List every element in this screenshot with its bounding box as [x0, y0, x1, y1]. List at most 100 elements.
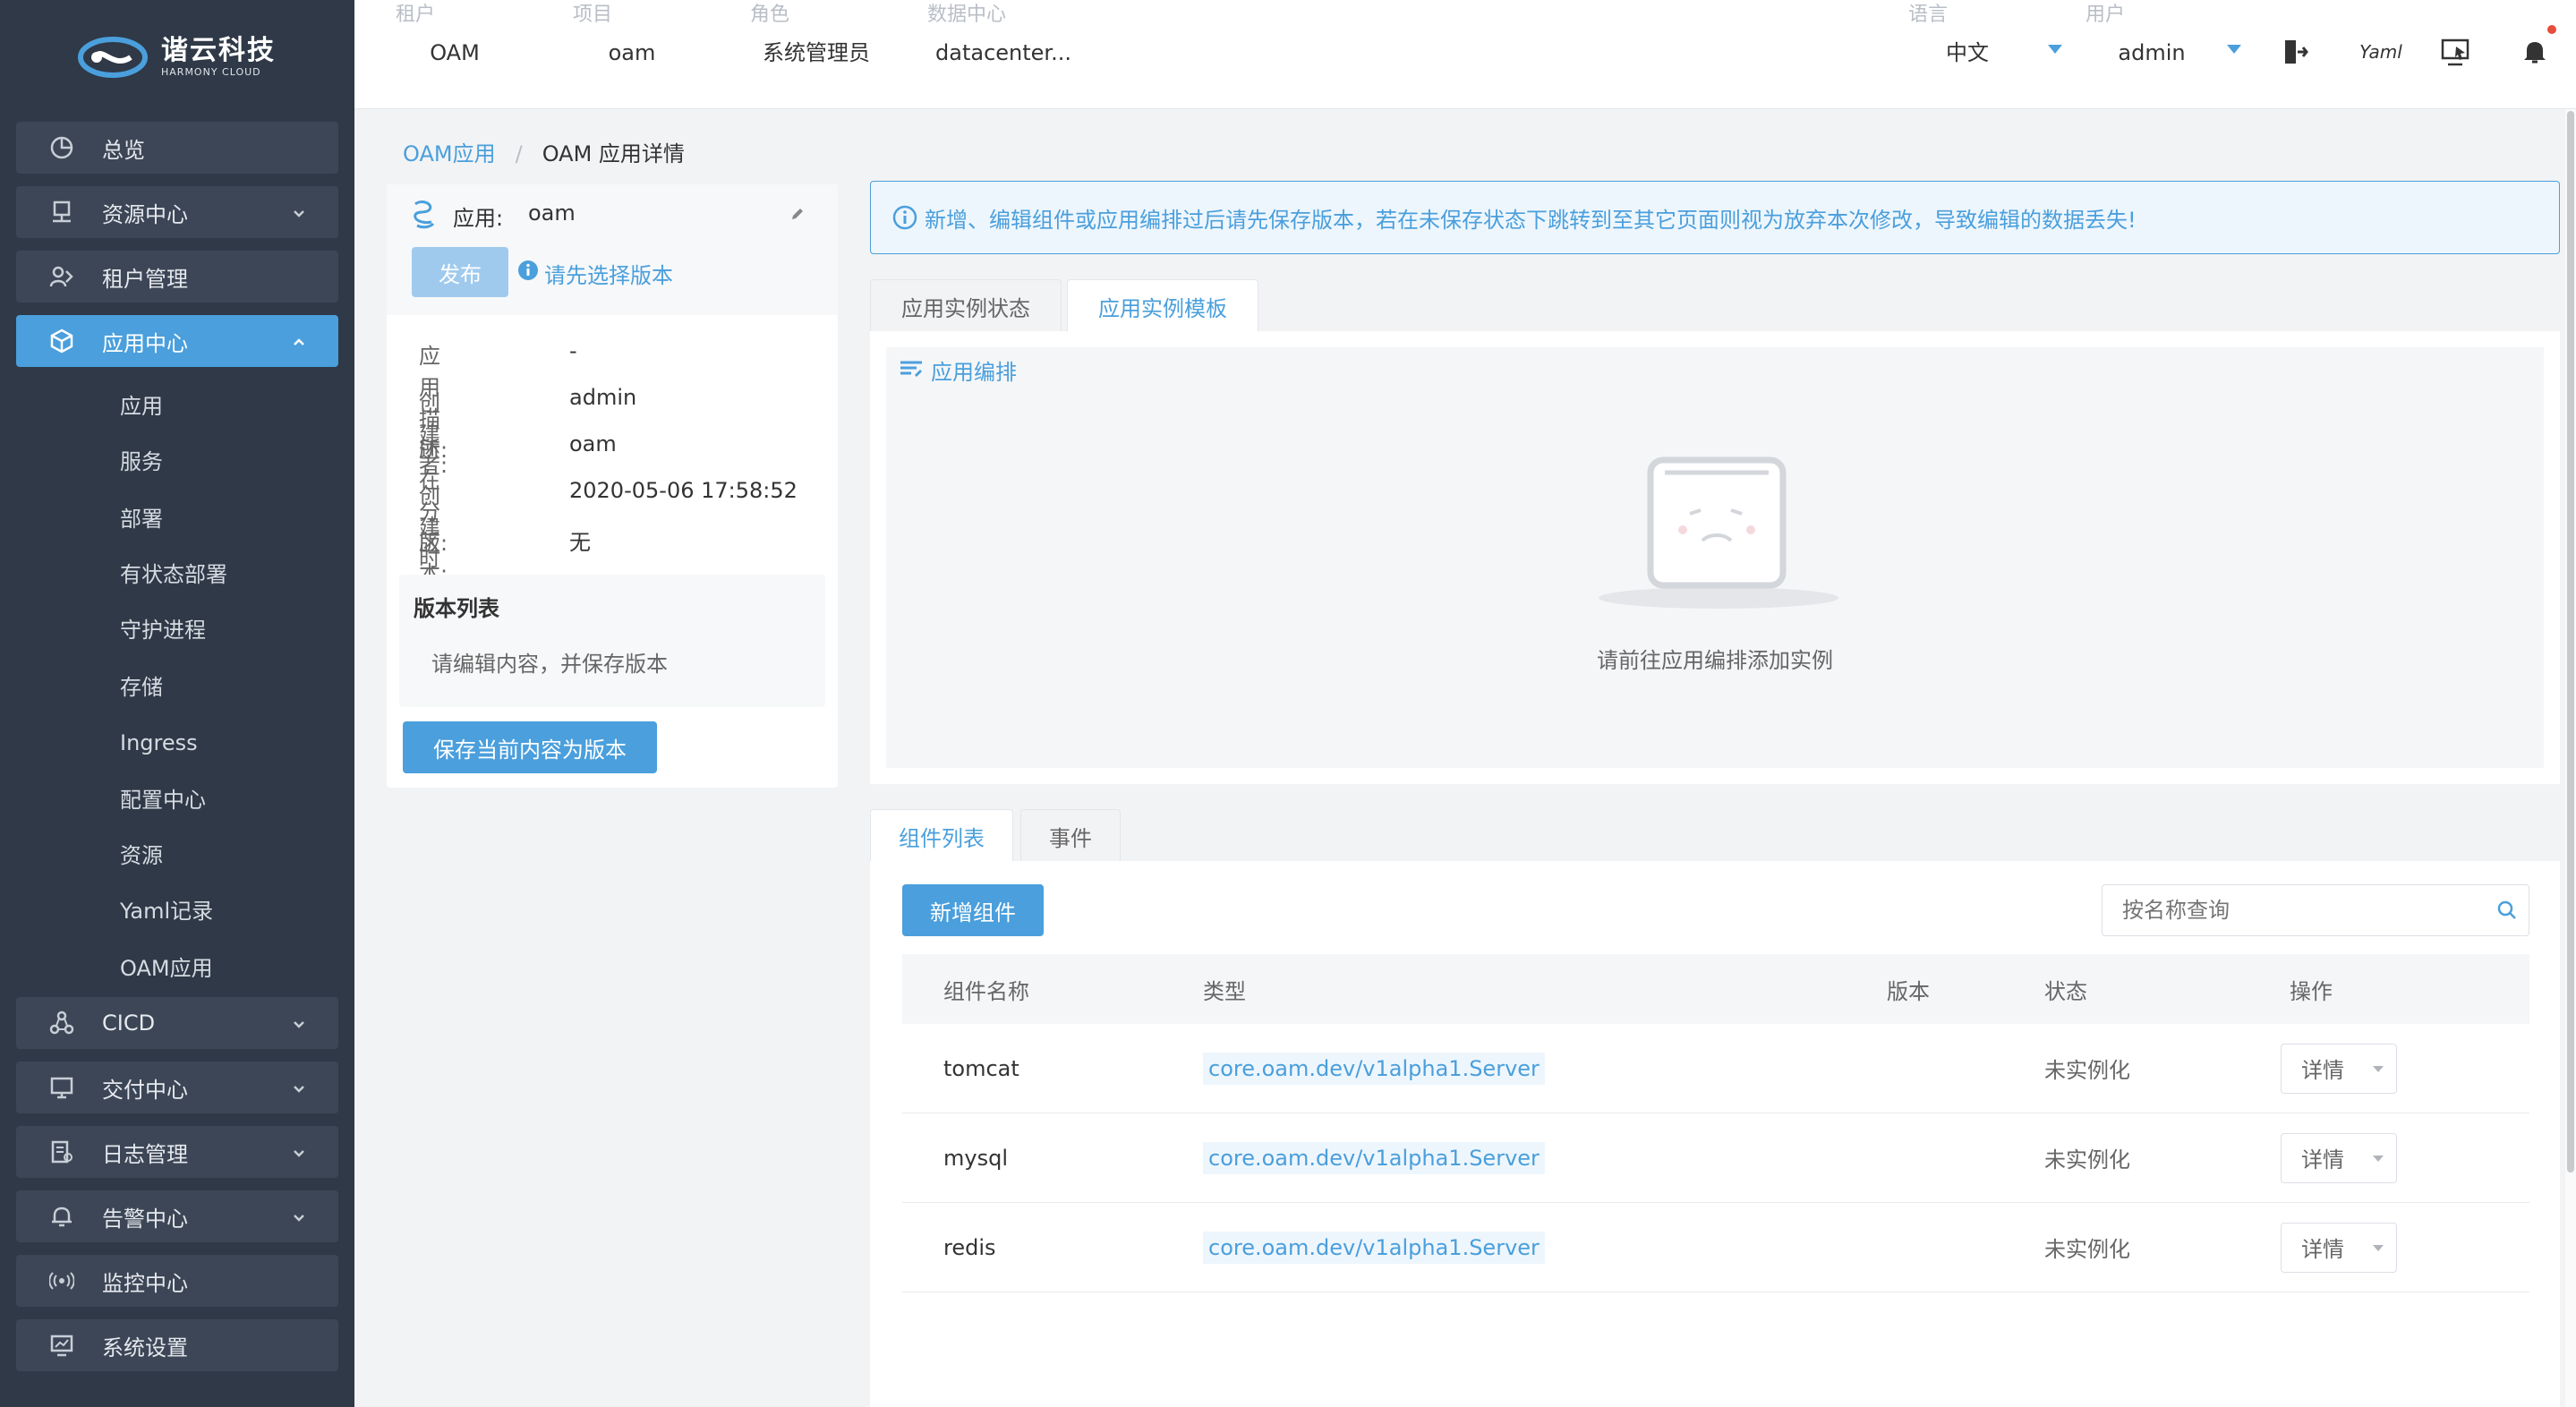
sidebar-item-logs[interactable]: 日志管理 [16, 1126, 338, 1178]
info-value: - [569, 338, 577, 363]
monitor-icon [47, 1072, 77, 1103]
role-label: 角色 [750, 4, 790, 26]
log-icon [47, 1137, 77, 1167]
info-value: 2020-05-06 17:58:52 [569, 478, 798, 503]
sidebar-item-monitoring[interactable]: 监控中心 [16, 1255, 338, 1307]
sidebar-item-tenant[interactable]: 租户管理 [16, 251, 338, 303]
subnav-ingress[interactable]: Ingress [120, 725, 198, 761]
vertical-scrollbar-thumb[interactable] [2567, 111, 2574, 1172]
component-status: 未实例化 [2044, 1237, 2130, 1262]
sidebar-item-resource-center[interactable]: 资源中心 [16, 186, 338, 238]
subnav-statefulset[interactable]: 有状态部署 [120, 557, 227, 593]
subnav-storage[interactable]: 存储 [120, 669, 163, 705]
caret-down-icon[interactable] [2048, 45, 2062, 54]
detail-dropdown-button[interactable]: 详情 [2281, 1132, 2397, 1183]
orchestration-link[interactable]: 应用编排 [899, 354, 1017, 386]
sidebar-item-alerts[interactable]: 告警中心 [16, 1190, 338, 1242]
save-version-button[interactable]: 保存当前内容为版本 [403, 721, 657, 773]
app-link-icon [410, 199, 437, 233]
sidebar-item-system-settings[interactable]: 系统设置 [16, 1319, 338, 1371]
sidebar-item-delivery[interactable]: 交付中心 [16, 1062, 338, 1113]
bell-icon [47, 1201, 77, 1232]
table-row: mysql core.oam.dev/v1alpha1.Server 未实例化 … [902, 1113, 2529, 1203]
detail-dropdown-button[interactable]: 详情 [2281, 1043, 2397, 1094]
brand-logo[interactable]: 谐云科技 HARMONY CLOUD [77, 30, 276, 84]
subnav-app[interactable]: 应用 [120, 388, 163, 424]
chevron-up-icon [290, 331, 308, 356]
tab-components[interactable]: 组件列表 [870, 809, 1013, 863]
breadcrumb: OAM应用 / OAM 应用详情 [403, 136, 685, 167]
empty-text: 请前往应用编排添加实例 [1597, 648, 1833, 673]
sidebar-item-overview[interactable]: 总览 [16, 122, 338, 174]
version-list-empty: 请编辑内容，并保存版本 [431, 652, 668, 677]
broadcast-icon [47, 1266, 77, 1296]
yaml-icon[interactable]: Yaml [2356, 34, 2406, 70]
instance-template-panel: 应用编排 请前往应用编排添加实例 [870, 331, 2560, 784]
caret-down-icon [2373, 1155, 2384, 1162]
sidebar-item-app-center[interactable]: 应用中心 [16, 315, 338, 367]
users-icon [47, 261, 77, 292]
sidebar-item-label: 告警中心 [102, 1206, 188, 1232]
brand-name-cn: 谐云科技 [161, 35, 276, 66]
tenant-label: 租户 [396, 4, 436, 26]
project-value: oam [608, 40, 656, 65]
component-type: core.oam.dev/v1alpha1.Server [1203, 1231, 1545, 1264]
app-info-card: 应用: oam 发布 请先选择版本 应用描述: - 创建者: admin 所在分… [387, 184, 838, 788]
sidebar-item-label: 总览 [102, 137, 145, 163]
subnav-config-center[interactable]: 配置中心 [120, 782, 206, 818]
language-selector[interactable]: 语言 中文 [1908, 0, 2026, 75]
tab-instance-status[interactable]: 应用实例状态 [870, 279, 1062, 333]
breadcrumb-current: OAM 应用详情 [542, 141, 685, 166]
notification-bell-icon[interactable] [2517, 34, 2553, 70]
project-label: 项目 [573, 4, 613, 26]
pie-chart-icon [47, 132, 77, 163]
logout-icon[interactable] [2277, 34, 2313, 70]
subnav-yaml-record[interactable]: Yaml记录 [120, 893, 213, 929]
project-selector[interactable]: 项目 oam [573, 0, 691, 75]
subnav-resource[interactable]: 资源 [120, 838, 163, 874]
tab-events[interactable]: 事件 [1020, 809, 1121, 863]
orchestration-label: 应用编排 [931, 360, 1017, 385]
chevron-down-icon [290, 202, 308, 227]
sidebar-item-label: 应用中心 [102, 330, 188, 356]
sidebar-item-label: 日志管理 [102, 1141, 188, 1167]
subnav-deployment[interactable]: 部署 [120, 501, 163, 537]
info-circle-icon [517, 260, 539, 285]
user-label: 用户 [2086, 4, 2126, 26]
sidebar-item-cicd[interactable]: CICD [16, 997, 338, 1049]
edit-pencil-icon[interactable] [789, 206, 806, 226]
warning-notice: 新增、编辑组件或应用编排过后请先保存版本，若在未保存状态下跳转到至其它页面则视为… [870, 181, 2560, 254]
tab-instance-template[interactable]: 应用实例模板 [1067, 279, 1258, 333]
publish-button[interactable]: 发布 [412, 247, 508, 297]
subnav-oam-app[interactable]: OAM应用 [120, 951, 213, 986]
add-component-button[interactable]: 新增组件 [902, 884, 1044, 936]
user-selector[interactable]: 用户 admin [2086, 0, 2218, 75]
role-value: 系统管理员 [763, 40, 870, 65]
datacenter-selector[interactable]: 数据中心 datacenter... [927, 0, 1079, 75]
caret-down-icon[interactable] [2227, 45, 2241, 54]
screen-pointer-icon[interactable] [2438, 34, 2474, 70]
caret-down-icon [2373, 1065, 2384, 1072]
datacenter-value: datacenter... [935, 40, 1071, 65]
empty-box-icon [1593, 451, 1844, 616]
breadcrumb-separator: / [515, 141, 523, 166]
detail-dropdown-button[interactable]: 详情 [2281, 1222, 2397, 1273]
component-type: core.oam.dev/v1alpha1.Server [1203, 1052, 1545, 1085]
sidebar-item-label: CICD [102, 1010, 156, 1036]
version-list-title: 版本列表 [414, 596, 499, 621]
subnav-service[interactable]: 服务 [120, 444, 163, 480]
header-status: 状态 [2044, 978, 2087, 1004]
search-box[interactable] [2102, 884, 2529, 936]
version-list: 版本列表 请编辑内容，并保存版本 [399, 575, 825, 707]
tenant-selector[interactable]: 租户 OAM [396, 0, 514, 75]
app-header: 应用: oam 发布 请先选择版本 [387, 184, 838, 315]
breadcrumb-oam-app[interactable]: OAM应用 [403, 141, 496, 166]
search-icon[interactable] [2496, 900, 2518, 926]
empty-area: 应用编排 请前往应用编排添加实例 [886, 347, 2544, 768]
subnav-daemonset[interactable]: 守护进程 [120, 612, 206, 648]
chevron-down-icon [290, 1013, 308, 1038]
user-value: admin [2118, 40, 2186, 65]
chart-screen-icon [47, 1330, 77, 1360]
role-selector[interactable]: 角色 系统管理员 [750, 0, 883, 75]
search-input[interactable] [2120, 897, 2478, 924]
